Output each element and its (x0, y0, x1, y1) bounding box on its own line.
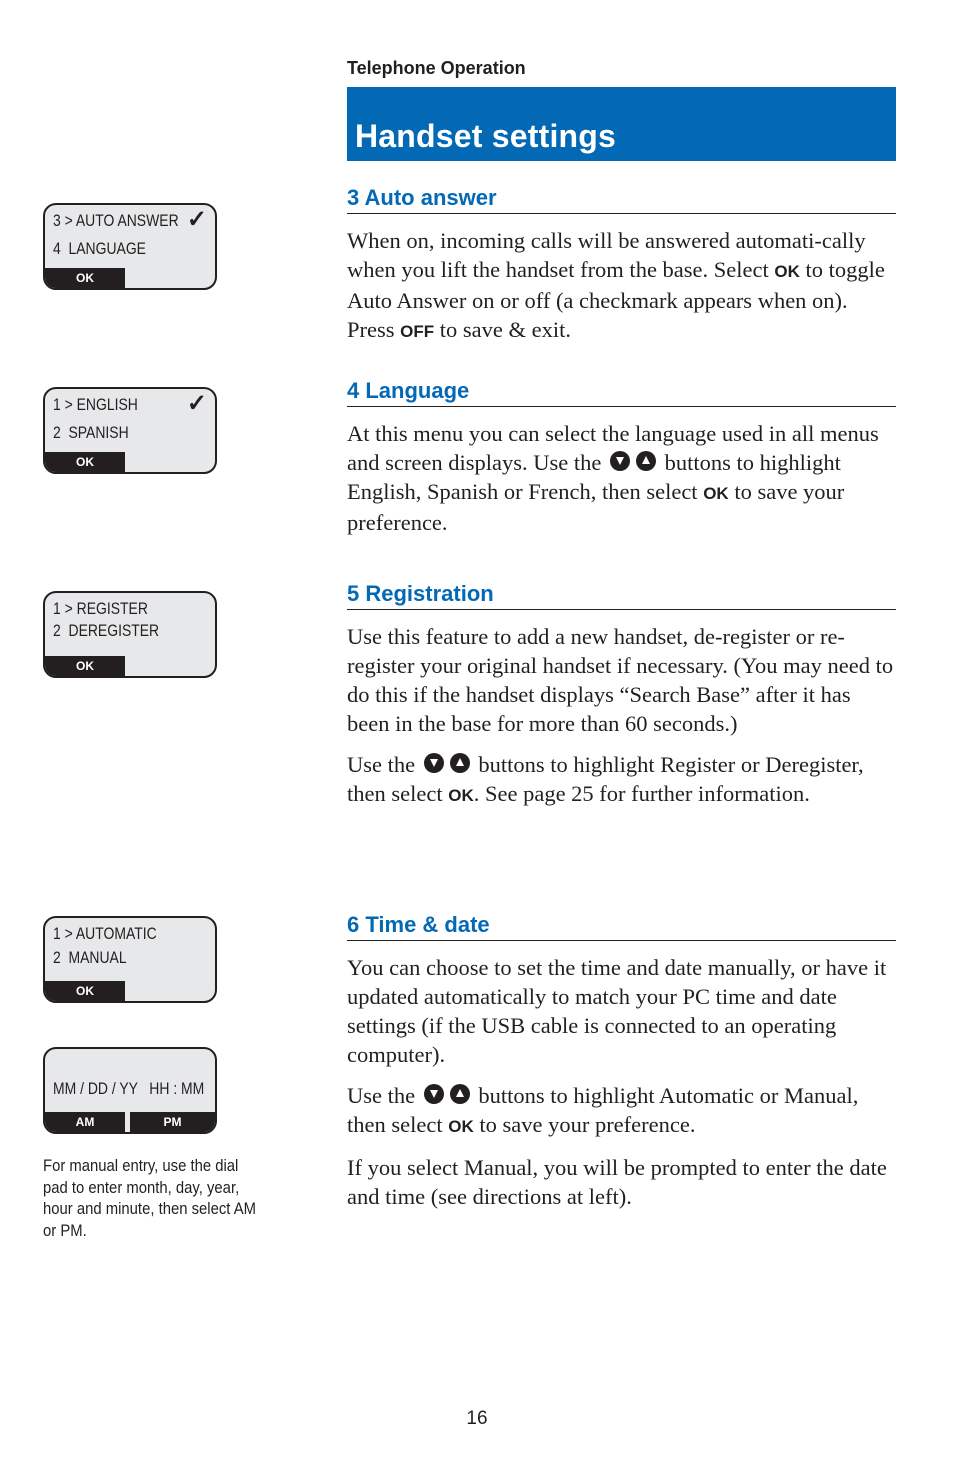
text: to save your preference. (473, 1112, 696, 1137)
ok-key-label: OK (703, 484, 729, 503)
up-arrow-button-icon (635, 451, 656, 471)
lcd-screen-auto-answer: 3 > AUTO ANSWER ✓ 4 LANGUAGE OK (43, 203, 217, 290)
section-body: Use the buttons to highlight Register or… (347, 750, 896, 810)
down-arrow-button-icon (609, 451, 630, 471)
page-title: Handset settings (355, 118, 617, 154)
lcd-line: MM / DD / YY HH : MM (53, 1079, 205, 1098)
section-heading: 6 Time & date (347, 912, 896, 941)
lcd-screen-registration: 1 > REGISTER 2 DEREGISTER OK (43, 591, 217, 678)
ok-softkey: OK (45, 452, 125, 472)
section-body: When on, incoming calls will be answered… (347, 226, 896, 346)
text: Use the (347, 752, 421, 777)
section-time-date: 6 Time & date You can choose to set the … (347, 912, 896, 1211)
section-heading: 4 Language (347, 378, 896, 407)
lcd-line: 3 > AUTO ANSWER (53, 211, 179, 230)
checkmark-icon: ✓ (186, 206, 207, 233)
lcd-line: 1 > AUTOMATIC (53, 924, 157, 943)
text: . See page 25 for further information. (473, 781, 810, 806)
section-registration: 5 Registration Use this feature to add a… (347, 581, 896, 810)
checkmark-icon: ✓ (186, 390, 207, 417)
text: Use the (347, 1083, 421, 1108)
off-key-label: OFF (400, 322, 435, 341)
ok-softkey: OK (45, 981, 125, 1001)
down-arrow-button-icon (423, 753, 444, 773)
ok-key-label: OK (448, 786, 474, 805)
section-body: You can choose to set the time and date … (347, 955, 887, 1067)
lcd-line: 2 SPANISH (53, 423, 129, 442)
lcd-line: 1 > REGISTER (53, 599, 148, 618)
am-softkey: AM (45, 1112, 125, 1132)
lcd-screen-date-entry: MM / DD / YY HH : MM AM PM (43, 1047, 217, 1134)
section-body: Use the buttons to highlight Automatic o… (347, 1081, 896, 1141)
text: to save & exit. (434, 317, 571, 342)
up-arrow-button-icon (449, 753, 470, 773)
section-heading: 5 Registration (347, 581, 896, 610)
lcd-line: 2 MANUAL (53, 948, 127, 967)
up-arrow-button-icon (449, 1084, 470, 1104)
ok-key-label: OK (774, 262, 800, 281)
caption: For manual entry, use the dial pad to en… (43, 1157, 256, 1240)
section-heading: 3 Auto answer (347, 185, 896, 214)
ok-softkey: OK (45, 268, 125, 288)
ok-key-label: OK (448, 1117, 474, 1136)
lcd-line: 1 > ENGLISH (53, 395, 138, 414)
lcd-screen-language: 1 > ENGLISH ✓ 2 SPANISH OK (43, 387, 217, 474)
ok-softkey: OK (45, 656, 125, 676)
section-body: Use this feature to add a new handset, d… (347, 624, 894, 736)
section-auto-answer: 3 Auto answer When on, incoming calls wi… (347, 185, 896, 346)
running-head: Telephone Operation (347, 58, 526, 78)
section-language: 4 Language At this menu you can select t… (347, 378, 896, 537)
section-body: At this menu you can select the language… (347, 419, 896, 537)
pm-softkey: PM (130, 1112, 215, 1132)
lcd-line: 2 DEREGISTER (53, 621, 160, 640)
title-band: Handset settings (347, 87, 896, 161)
section-body: If you select Manual, you will be prompt… (347, 1155, 887, 1209)
down-arrow-button-icon (423, 1084, 444, 1104)
page-number: 16 (466, 1408, 488, 1429)
lcd-line: 4 LANGUAGE (53, 239, 146, 258)
lcd-screen-time-mode: 1 > AUTOMATIC 2 MANUAL OK (43, 916, 217, 1003)
